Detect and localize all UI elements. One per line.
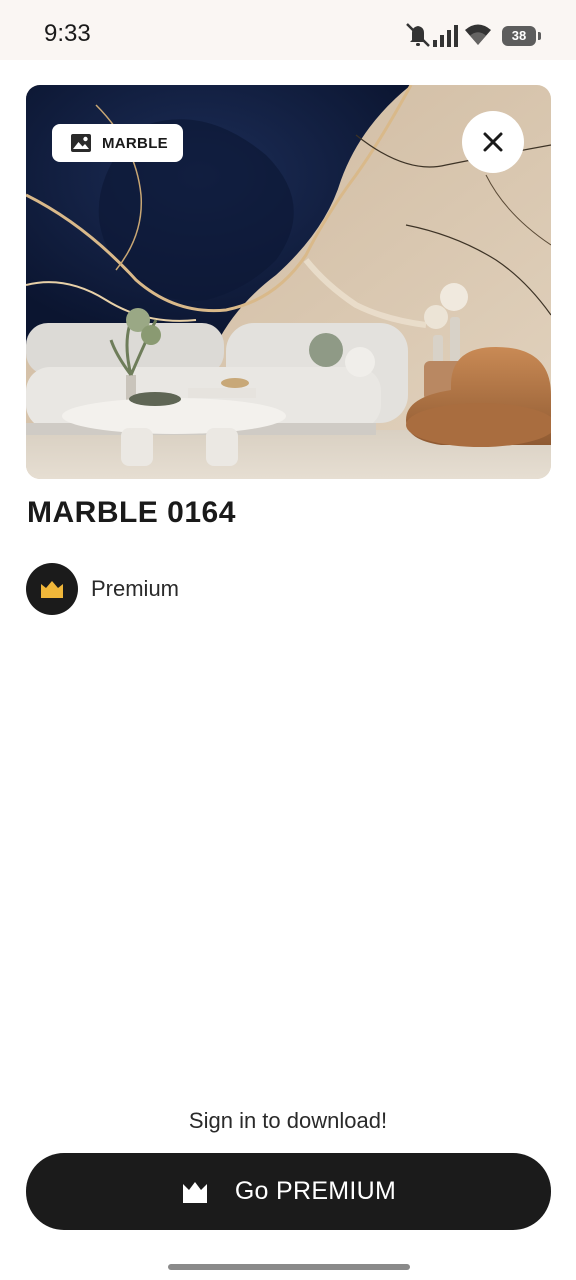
status-time: 9:33 bbox=[44, 20, 91, 47]
status-bar: 9:33 38 bbox=[0, 0, 576, 60]
crown-icon bbox=[41, 581, 63, 598]
category-label: MARBLE bbox=[102, 134, 168, 152]
mute-icon bbox=[406, 23, 430, 47]
go-premium-button[interactable]: Go PREMIUM bbox=[26, 1153, 551, 1230]
image-icon bbox=[71, 134, 91, 152]
go-premium-label: Go PREMIUM bbox=[234, 1177, 397, 1205]
crown-icon bbox=[182, 1181, 207, 1203]
wifi-icon bbox=[465, 24, 491, 45]
close-button[interactable] bbox=[462, 111, 524, 173]
tier-label: Premium bbox=[91, 576, 180, 601]
battery-icon: 38 bbox=[502, 26, 536, 46]
sign-in-prompt: Sign in to download! bbox=[188, 1108, 388, 1133]
category-chip[interactable]: MARBLE bbox=[52, 124, 183, 162]
crown-badge bbox=[26, 563, 78, 615]
home-indicator[interactable] bbox=[168, 1264, 410, 1270]
battery-tip bbox=[538, 32, 541, 40]
close-icon bbox=[483, 132, 503, 152]
premium-badge: Premium bbox=[26, 563, 179, 615]
signal-icon bbox=[433, 25, 458, 47]
wallpaper-preview[interactable]: MARBLE bbox=[26, 85, 551, 479]
wallpaper-title: MARBLE 0164 bbox=[27, 496, 236, 529]
